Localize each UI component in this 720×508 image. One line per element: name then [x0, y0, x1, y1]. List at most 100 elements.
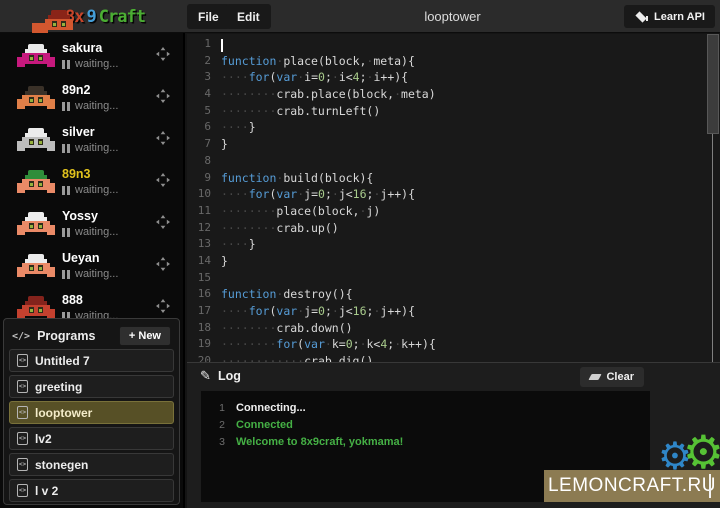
header-bar: 8x 9 Craft File Edit looptower Learn API — [0, 0, 720, 33]
code-line[interactable]: 18········crab.down() — [187, 320, 720, 337]
program-item[interactable]: <>l v 2 — [9, 479, 174, 502]
code-line[interactable]: 13····} — [187, 236, 720, 253]
clear-label: Clear — [606, 371, 634, 383]
line-number: 14 — [187, 253, 211, 270]
move-icon[interactable] — [156, 131, 170, 145]
logo-text-9: 9 — [87, 7, 96, 27]
programs-title: Programs — [37, 329, 112, 343]
program-item[interactable]: <>lv2 — [9, 427, 174, 450]
move-icon[interactable] — [156, 215, 170, 229]
code-line[interactable]: 14} — [187, 253, 720, 270]
editor-caret — [221, 39, 223, 52]
code-line[interactable]: 16function·destroy(){ — [187, 286, 720, 303]
crab-row[interactable]: 89n3waiting... — [0, 161, 183, 203]
line-number: 4 — [187, 86, 211, 103]
crab-row[interactable]: 888waiting... — [0, 287, 183, 318]
pause-icon — [62, 270, 70, 279]
eraser-icon — [589, 374, 602, 380]
new-program-button[interactable]: + New — [119, 326, 171, 346]
code-line[interactable]: 3····for(var·i=0;·i<4;·i++){ — [187, 69, 720, 86]
learn-api-button[interactable]: Learn API — [624, 5, 715, 28]
code-line[interactable]: 6····} — [187, 119, 720, 136]
file-code-icon: <> — [17, 380, 28, 393]
crab-eye — [38, 139, 43, 145]
code-line[interactable]: 5········crab.turnLeft() — [187, 103, 720, 120]
status-text: waiting... — [75, 310, 118, 318]
sidebar: sakurawaiting...89n2waiting...silverwait… — [0, 33, 185, 508]
program-item[interactable]: <>Untitled 7 — [9, 349, 174, 372]
crab-row[interactable]: Ueyanwaiting... — [0, 245, 183, 287]
logo-text-craft: Craft — [99, 7, 145, 27]
editor-scrollbar[interactable] — [706, 34, 720, 362]
graduation-cap-icon — [634, 12, 648, 22]
code-line[interactable]: 15 — [187, 270, 720, 287]
code-line[interactable]: 4········crab.place(block,·meta) — [187, 86, 720, 103]
code-line[interactable]: 20············crab.dig() — [187, 353, 720, 362]
pause-icon — [62, 186, 70, 195]
crab-eye — [29, 97, 34, 103]
crab-eye — [29, 265, 34, 271]
status-text: waiting... — [75, 100, 118, 112]
line-number: 10 — [187, 186, 211, 203]
crab-eye — [29, 307, 34, 313]
crab-row[interactable]: sakurawaiting... — [0, 35, 183, 77]
log-line-number: 3 — [201, 436, 225, 448]
line-number: 18 — [187, 320, 211, 337]
status-text: waiting... — [75, 142, 118, 154]
move-icon[interactable] — [156, 47, 170, 61]
pause-icon — [62, 102, 70, 111]
log-message: Welcome to 8x9craft, yokmama! — [236, 436, 403, 448]
move-icon[interactable] — [156, 89, 170, 103]
crab-eye — [38, 265, 43, 271]
scrollbar-thumb[interactable] — [707, 34, 719, 134]
edit-log-icon: ✎ — [200, 368, 211, 384]
crab-logo-icon — [40, 9, 62, 25]
move-icon[interactable] — [156, 173, 170, 187]
log-line-number: 2 — [201, 419, 225, 431]
code-line[interactable]: 17····for(var·j=0;·j<16;·j++){ — [187, 303, 720, 320]
crab-row[interactable]: silverwaiting... — [0, 119, 183, 161]
code-line[interactable]: 11········place(block,·j) — [187, 203, 720, 220]
crab-avatar — [17, 253, 55, 280]
program-item[interactable]: <>looptower — [9, 401, 174, 424]
code-line[interactable]: 7} — [187, 136, 720, 153]
crab-eye — [61, 21, 66, 27]
watermark-banner: ⚙ ⚙ LEMONCRAFT.RU — [544, 470, 720, 502]
program-label: stonegen — [35, 458, 88, 472]
line-number: 7 — [187, 136, 211, 153]
program-label: l v 2 — [35, 484, 58, 498]
crab-avatar — [17, 85, 55, 112]
code-line[interactable]: 2function·place(block,·meta){ — [187, 53, 720, 70]
program-item[interactable]: <>greeting — [9, 375, 174, 398]
log-header: ✎ Log Clear — [187, 363, 720, 390]
line-number: 11 — [187, 203, 211, 220]
code-line[interactable]: 1 — [187, 36, 720, 53]
code-line[interactable]: 10····for(var·j=0;·j<16;·j++){ — [187, 186, 720, 203]
clear-log-button[interactable]: Clear — [580, 367, 644, 387]
code-line[interactable]: 8 — [187, 153, 720, 170]
program-list: <>Untitled 7 <>greeting <>looptower <>lv2 <>… — [9, 349, 174, 502]
code-line[interactable]: 9function·build(block){ — [187, 170, 720, 187]
line-number: 1 — [187, 36, 211, 53]
code-line[interactable]: 12········crab.up() — [187, 220, 720, 237]
move-icon[interactable] — [156, 299, 170, 313]
code-editor[interactable]: 12function·place(block,·meta){3····for(v… — [187, 34, 720, 362]
crab-eye — [38, 55, 43, 61]
program-item[interactable]: <>stonegen — [9, 453, 174, 476]
crab-avatar — [17, 43, 55, 70]
line-number: 2 — [187, 53, 211, 70]
line-number: 8 — [187, 153, 211, 170]
line-number: 3 — [187, 69, 211, 86]
crab-row[interactable]: 89n2waiting... — [0, 77, 183, 119]
move-icon[interactable] — [156, 257, 170, 271]
app-logo: 8x 9 Craft — [0, 0, 185, 33]
gear-icon-green: ⚙ — [683, 429, 720, 475]
crab-eye — [52, 21, 57, 27]
code-line[interactable]: 19········for(var·k=0;·k<4;·k++){ — [187, 336, 720, 353]
crab-eye — [38, 97, 43, 103]
pause-icon — [62, 144, 70, 153]
line-number: 9 — [187, 170, 211, 187]
code-lines: 12function·place(block,·meta){3····for(v… — [187, 34, 720, 362]
status-text: waiting... — [75, 226, 118, 238]
crab-row[interactable]: Yossywaiting... — [0, 203, 183, 245]
